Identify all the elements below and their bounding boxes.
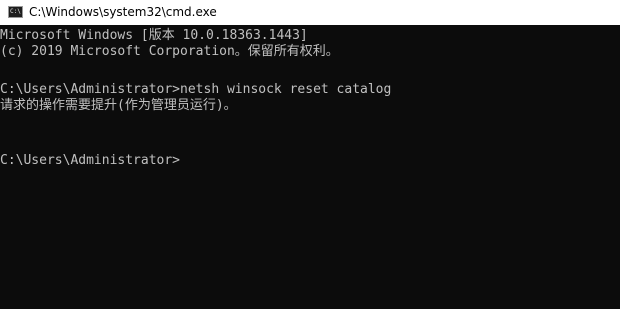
- cmd-window: C:\ C:\Windows\system32\cmd.exe Microsof…: [0, 0, 620, 309]
- console-output[interactable]: Microsoft Windows [版本 10.0.18363.1443] (…: [0, 25, 620, 309]
- console-line-error: 请求的操作需要提升(作为管理员运行)。: [0, 98, 237, 113]
- cmd-icon[interactable]: C:\: [8, 6, 23, 18]
- window-title: C:\Windows\system32\cmd.exe: [29, 5, 217, 19]
- console-line-command: C:\Users\Administrator>netsh winsock res…: [0, 82, 392, 97]
- console-line-copyright: (c) 2019 Microsoft Corporation。保留所有权利。: [0, 44, 339, 59]
- console-line-version: Microsoft Windows [版本 10.0.18363.1443]: [0, 28, 308, 43]
- console-prompt[interactable]: C:\Users\Administrator>: [0, 152, 180, 169]
- title-bar[interactable]: C:\ C:\Windows\system32\cmd.exe: [0, 0, 620, 25]
